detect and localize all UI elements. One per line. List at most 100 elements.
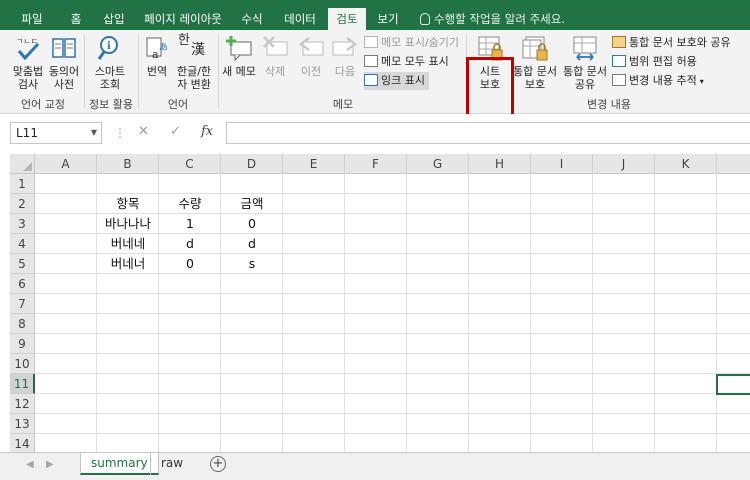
row-header-5[interactable]: 5	[10, 254, 35, 274]
row-header-2[interactable]: 2	[10, 194, 35, 214]
tab-view[interactable]: 보기	[370, 8, 406, 30]
formula-bar-grip: ⋮	[114, 126, 126, 140]
tab-insert[interactable]: 삽입	[96, 8, 132, 30]
tab-home[interactable]: 홈	[62, 8, 90, 30]
scroll-left-icon[interactable]: ◀	[26, 459, 34, 470]
new-comment-button[interactable]: 새 메모	[220, 34, 258, 78]
show-all-comments-label: 메모 모두 표시	[381, 55, 449, 68]
add-sheet-icon[interactable]: +	[210, 456, 226, 472]
share-workbook-button[interactable]: 통합 문서 공유	[560, 34, 610, 91]
row-header-12[interactable]: 12	[10, 394, 35, 414]
column-header-k[interactable]: K	[655, 154, 717, 174]
protect-workbook-button[interactable]: 통합 문서 보호	[510, 34, 560, 91]
row-header-4[interactable]: 4	[10, 234, 35, 254]
show-ink-button[interactable]: 잉크 표시	[364, 72, 429, 90]
worksheet-grid[interactable]: A B C D E F G H I J K 1 2 3 4 5 6 7 8 9 …	[0, 150, 750, 452]
column-header-g[interactable]: G	[407, 154, 469, 174]
group-label-insights: 정보 활용	[89, 98, 133, 111]
column-header-f[interactable]: F	[345, 154, 407, 174]
cell-d4[interactable]: d	[221, 234, 283, 254]
book-icon	[50, 34, 78, 62]
ribbon-review: ㄱㄴㄷ 맞춤법 검사 동의어 사전 언어 교정 i 스마트 조회 정보 활용 a…	[0, 30, 750, 135]
column-header-l[interactable]	[717, 154, 750, 174]
protect-workbook-icon	[521, 34, 549, 62]
tab-review[interactable]: 검토	[328, 8, 366, 30]
scroll-right-icon[interactable]: ▶	[46, 459, 54, 470]
row-header-1[interactable]: 1	[10, 174, 35, 194]
row-header-6[interactable]: 6	[10, 274, 35, 294]
delete-comment-button[interactable]: 삭제	[258, 34, 292, 78]
cell-d5[interactable]: s	[221, 254, 283, 274]
translate-label: 번역	[146, 65, 168, 78]
next-comment-button[interactable]: 다음	[328, 34, 362, 78]
tell-me-text: 수행할 작업을 알려 주세요.	[434, 12, 566, 26]
cell-c4[interactable]: d	[159, 234, 221, 254]
active-cell-l11[interactable]	[716, 374, 750, 395]
cell-b3[interactable]: 바나나나	[97, 214, 159, 234]
smart-lookup-label: 스마트 조회	[94, 65, 126, 91]
translate-button[interactable]: aあ 번역	[142, 34, 172, 78]
hangul-hanja-label: 한글/한 자 변환	[176, 65, 212, 91]
svg-text:ㄱㄴㄷ: ㄱㄴㄷ	[16, 37, 38, 46]
enter-icon[interactable]: ✓	[170, 124, 181, 139]
row-header-8[interactable]: 8	[10, 314, 35, 334]
row-header-7[interactable]: 7	[10, 294, 35, 314]
previous-comment-button[interactable]: 이전	[294, 34, 328, 78]
cell-c5[interactable]: 0	[159, 254, 221, 274]
row-header-3[interactable]: 3	[10, 214, 35, 234]
svg-text:i: i	[107, 41, 111, 52]
show-ink-label: 잉크 표시	[381, 74, 425, 87]
protect-share-icon	[612, 36, 626, 48]
row-header-11[interactable]: 11	[10, 374, 35, 394]
column-header-e[interactable]: E	[283, 154, 345, 174]
select-all-corner[interactable]	[10, 154, 35, 174]
cell-b2[interactable]: 항목	[97, 194, 159, 214]
hangul-hanja-icon: 한 漢	[178, 34, 210, 62]
cell-b4[interactable]: 버네네	[97, 234, 159, 254]
column-header-h[interactable]: H	[469, 154, 531, 174]
tab-formulas[interactable]: 수식	[234, 8, 270, 30]
allow-edit-ranges-button[interactable]: 범위 편집 허용	[612, 53, 697, 71]
tab-page-layout[interactable]: 페이지 레이아웃	[138, 8, 228, 30]
next-comment-icon	[331, 34, 359, 62]
row-header-14[interactable]: 14	[10, 434, 35, 452]
column-header-j[interactable]: J	[593, 154, 655, 174]
sheet-tab-raw[interactable]: raw	[150, 453, 193, 475]
column-header-c[interactable]: C	[159, 154, 221, 174]
smart-lookup-button[interactable]: i 스마트 조회	[88, 34, 132, 91]
row-header-9[interactable]: 9	[10, 334, 35, 354]
track-changes-button[interactable]: 변경 내용 추적 ▾	[612, 72, 704, 90]
insert-function-icon[interactable]: fx	[201, 124, 213, 139]
new-comment-label: 새 메모	[222, 65, 256, 78]
next-comment-label: 다음	[334, 65, 356, 78]
hangul-hanja-button[interactable]: 한 漢 한글/한 자 변환	[172, 34, 216, 91]
cell-b5[interactable]: 버네너	[97, 254, 159, 274]
share-workbook-label: 통합 문서 공유	[563, 65, 607, 91]
show-all-comments-button[interactable]: 메모 모두 표시	[364, 53, 449, 71]
row-header-10[interactable]: 10	[10, 354, 35, 374]
tab-data[interactable]: 데이터	[276, 8, 324, 30]
column-header-a[interactable]: A	[35, 154, 97, 174]
spelling-button[interactable]: ㄱㄴㄷ 맞춤법 검사	[8, 34, 48, 91]
tell-me-box[interactable]: 수행할 작업을 알려 주세요.	[420, 8, 565, 30]
cancel-icon[interactable]: ✕	[138, 124, 149, 139]
column-header-b[interactable]: B	[97, 154, 159, 174]
ink-icon	[364, 74, 378, 86]
row-header-13[interactable]: 13	[10, 414, 35, 434]
cell-c3[interactable]: 1	[159, 214, 221, 234]
protect-share-workbook-button[interactable]: 통합 문서 보호와 공유	[612, 34, 731, 52]
show-hide-comment-label: 메모 표시/숨기기	[381, 36, 460, 49]
chevron-down-icon[interactable]: ▼	[91, 123, 97, 143]
show-hide-comment-button[interactable]: 메모 표시/숨기기	[364, 34, 459, 52]
ribbon-tab-bar: 파일 홈 삽입 페이지 레이아웃 수식 데이터 검토 보기 수행할 작업을 알려…	[0, 0, 750, 30]
cell-d3[interactable]: 0	[221, 214, 283, 234]
thesaurus-button[interactable]: 동의어 사전	[46, 34, 82, 91]
column-header-i[interactable]: I	[531, 154, 593, 174]
cell-c2[interactable]: 수량	[159, 194, 221, 214]
name-box[interactable]: L11 ▼	[10, 122, 102, 144]
sheet-tab-summary[interactable]: summary	[80, 453, 159, 475]
tab-file[interactable]: 파일	[14, 8, 50, 30]
column-header-d[interactable]: D	[221, 154, 283, 174]
cell-d2[interactable]: 금액	[221, 194, 283, 214]
formula-input[interactable]	[226, 122, 750, 144]
